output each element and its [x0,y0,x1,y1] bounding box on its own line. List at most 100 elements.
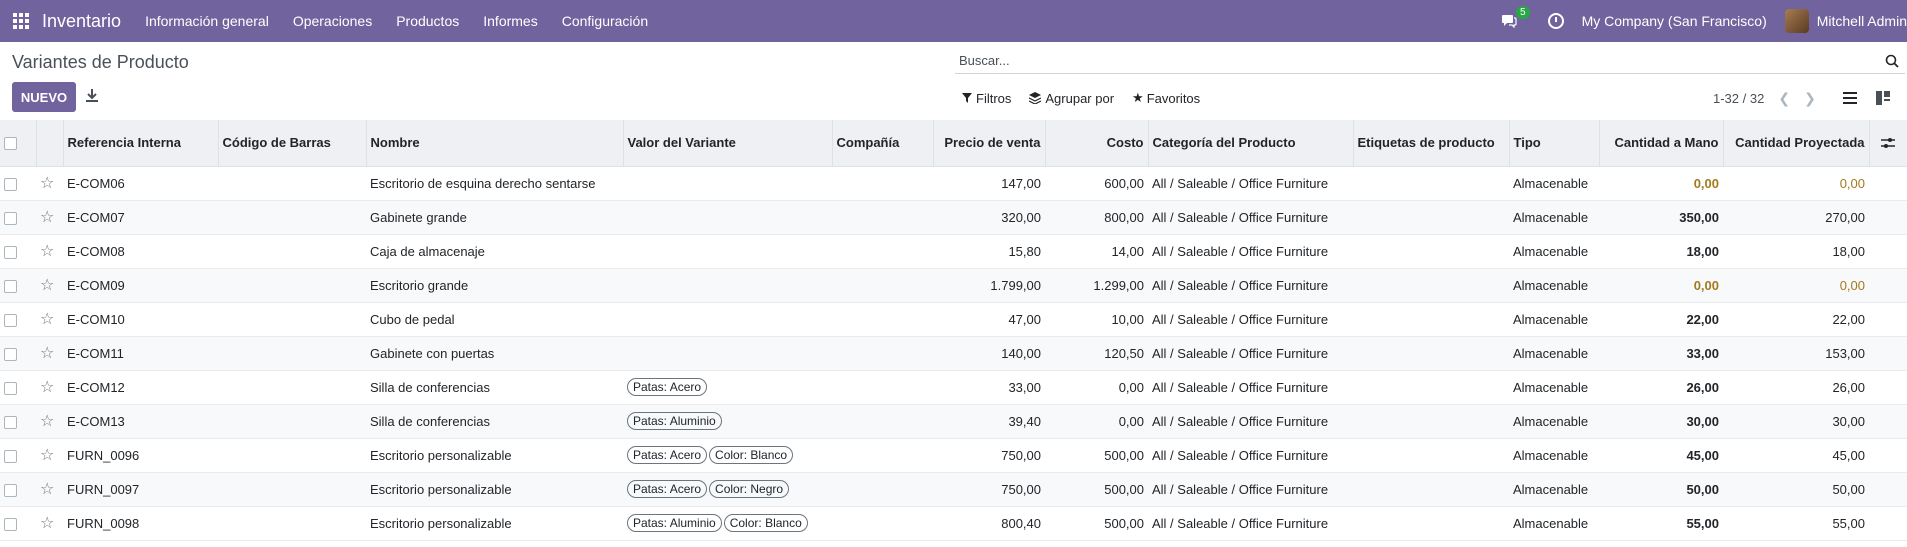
column-cantidad-proyectada[interactable]: Cantidad Proyectada [1723,120,1870,167]
favorite-cell[interactable]: ☆ [36,404,63,439]
star-icon[interactable]: ☆ [40,209,54,226]
favorite-cell[interactable]: ☆ [36,370,63,405]
favorite-cell[interactable]: ☆ [36,472,63,507]
pager-previous-icon[interactable]: ❮ [1778,90,1790,107]
row-select-cell[interactable] [0,370,36,405]
row-checkbox[interactable] [4,347,17,361]
cell-variant-values [623,234,832,269]
favorite-cell[interactable]: ☆ [36,268,63,303]
table-row[interactable]: ☆ E-COM09 Escritorio grande 1.799,00 1.299,0… [0,268,1907,303]
star-icon[interactable]: ☆ [40,175,54,192]
row-checkbox[interactable] [4,279,17,293]
chat-icon[interactable]: 5 [1498,6,1530,32]
search-input[interactable] [955,53,1875,68]
row-checkbox[interactable] [4,313,17,327]
favorite-cell[interactable]: ☆ [36,166,63,201]
star-icon[interactable]: ☆ [40,345,54,362]
star-icon[interactable]: ☆ [40,481,54,498]
pager-next-icon[interactable]: ❯ [1804,90,1816,107]
filters-button[interactable]: Filtros [962,91,1011,106]
groupby-button[interactable]: Agrupar por [1029,91,1114,106]
row-checkbox[interactable] [4,415,17,429]
star-icon[interactable]: ☆ [40,515,54,532]
favorite-cell[interactable]: ☆ [36,336,63,371]
avatar[interactable] [1784,9,1809,33]
favorite-cell[interactable]: ☆ [36,200,63,235]
table-row[interactable]: ☆ E-COM08 Caja de almacenaje 15,80 14,00 All … [0,234,1907,269]
favorite-cell[interactable]: ☆ [36,302,63,337]
column-nombre[interactable]: Nombre [366,120,624,167]
row-select-cell[interactable] [0,200,36,235]
table-row[interactable]: ☆ E-COM10 Cubo de pedal 47,00 10,00 All / Sal… [0,302,1907,337]
page-title: Variantes de Producto [12,52,189,72]
row-checkbox[interactable] [4,381,17,395]
row-checkbox[interactable] [4,211,17,225]
favorites-button[interactable]: ★ Favoritos [1132,90,1200,106]
menu-configuracion[interactable]: Configuración [562,13,648,29]
row-select-cell[interactable] [0,438,36,473]
select-all-header[interactable] [0,120,37,167]
download-icon[interactable] [85,88,99,104]
app-name[interactable]: Inventario [42,11,121,32]
cell-type: Almacenable [1509,234,1599,269]
row-select-cell[interactable] [0,302,36,337]
row-select-cell[interactable] [0,336,36,371]
column-compania[interactable]: Compañía [832,120,934,167]
star-icon[interactable]: ☆ [40,311,54,328]
user-menu[interactable]: Mitchell Admin [1817,13,1907,29]
kanban-view-button[interactable] [1870,86,1896,110]
column-etiquetas[interactable]: Etiquetas de producto [1353,120,1510,167]
row-select-cell[interactable] [0,234,36,269]
row-checkbox[interactable] [4,449,17,463]
column-costo[interactable]: Costo [1045,120,1149,167]
pager-value[interactable]: 1-32 / 32 [1713,91,1764,106]
row-select-cell[interactable] [0,472,36,507]
row-select-cell[interactable] [0,166,36,201]
table-row[interactable]: ☆ E-COM07 Gabinete grande 320,00 800,00 All /… [0,200,1907,235]
table-row[interactable]: ☆ E-COM13 Silla de conferencias Patas: Alum… [0,404,1907,439]
row-checkbox[interactable] [4,245,17,259]
cell-type: Almacenable [1509,506,1599,541]
activity-clock-icon[interactable] [1547,13,1564,29]
star-icon[interactable]: ☆ [40,277,54,294]
column-valor-del-variante[interactable]: Valor del Variante [623,120,833,167]
favorite-cell[interactable]: ☆ [36,506,63,541]
star-icon[interactable]: ☆ [40,413,54,430]
new-button[interactable]: NUEVO [12,82,76,112]
menu-informacion-general[interactable]: Información general [145,13,269,29]
company-switcher[interactable]: My Company (San Francisco) [1582,13,1767,29]
column-categoria[interactable]: Categoría del Producto [1148,120,1354,167]
table-row[interactable]: ☆ FURN_0096 Escritorio personalizable Patas… [0,438,1907,473]
row-checkbox[interactable] [4,517,17,531]
menu-informes[interactable]: Informes [483,13,537,29]
star-icon[interactable]: ☆ [40,379,54,396]
table-row[interactable]: ☆ FURN_0098 Escritorio personalizable Patas… [0,506,1907,541]
row-select-cell[interactable] [0,268,36,303]
menu-productos[interactable]: Productos [396,13,459,29]
table-row[interactable]: ☆ E-COM06 Escritorio de esquina derecho se… [0,166,1907,201]
row-checkbox[interactable] [4,177,17,191]
cell-category: All / Saleable / Office Furniture [1148,336,1353,371]
favorite-cell[interactable]: ☆ [36,234,63,269]
apps-menu-icon[interactable] [0,0,42,42]
column-referencia-interna[interactable]: Referencia Interna [63,120,219,167]
search-icon[interactable] [1885,54,1899,68]
favorite-cell[interactable]: ☆ [36,438,63,473]
star-icon[interactable]: ☆ [40,447,54,464]
row-select-cell[interactable] [0,506,36,541]
column-codigo-de-barras[interactable]: Código de Barras [218,120,367,167]
row-checkbox[interactable] [4,483,17,497]
table-row[interactable]: ☆ E-COM11 Gabinete con puertas 140,00 120,50… [0,336,1907,371]
optional-columns-button[interactable] [1869,120,1907,167]
table-row[interactable]: ☆ E-COM12 Silla de conferencias Patas: Acer… [0,370,1907,405]
list-view-button[interactable] [1837,86,1863,110]
select-all-checkbox[interactable] [4,137,17,151]
column-cantidad-a-mano[interactable]: Cantidad a Mano [1599,120,1724,167]
cell-company [832,370,933,405]
menu-operaciones[interactable]: Operaciones [293,13,372,29]
column-tipo[interactable]: Tipo [1509,120,1600,167]
table-row[interactable]: ☆ FURN_0097 Escritorio personalizable Patas… [0,472,1907,507]
star-icon[interactable]: ☆ [40,243,54,260]
column-precio-de-venta[interactable]: Precio de venta [933,120,1046,167]
row-select-cell[interactable] [0,404,36,439]
